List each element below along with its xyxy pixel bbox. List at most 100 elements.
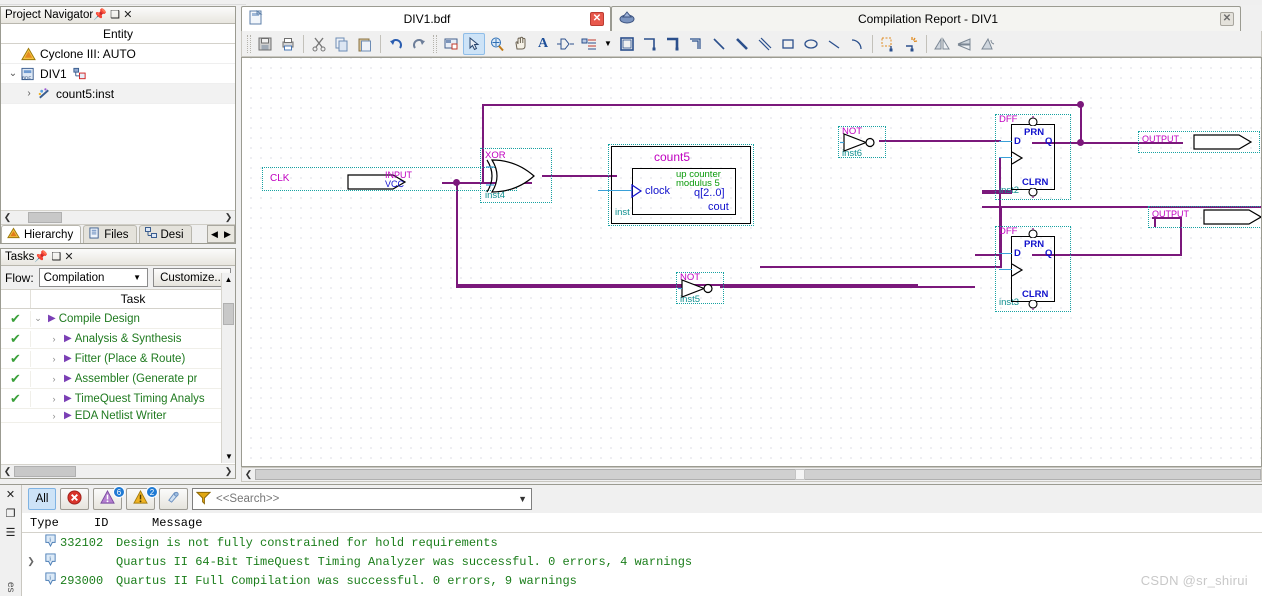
search-input[interactable]: <<Search>> ▼	[192, 488, 532, 510]
scroll-right-arrow-icon[interactable]: ❯	[222, 211, 235, 224]
task-row[interactable]: ✔ › ▶ Fitter (Place & Route)	[1, 349, 235, 369]
partial-rubberbanding-icon[interactable]	[900, 33, 922, 55]
task-twisty[interactable]: ›	[47, 354, 61, 364]
scroll-left-arrow-icon[interactable]: ❮	[1, 211, 14, 224]
tree-row-div1[interactable]: ⌄ BDF DIV1	[1, 64, 235, 84]
document-tab-div1-bdf[interactable]: DIV1.bdf ✕	[241, 6, 611, 31]
symbol-tool-icon[interactable]	[440, 33, 462, 55]
diagonal-bus-line-icon[interactable]	[731, 33, 753, 55]
canvas-hscrollbar[interactable]: ❮	[241, 467, 1262, 482]
chevron-down-icon[interactable]: ▼	[601, 33, 615, 55]
pin-icon[interactable]: 📌	[93, 9, 107, 21]
scroll-thumb[interactable]	[28, 212, 62, 223]
task-twisty[interactable]: ›	[47, 411, 61, 421]
tab-scroll-buttons[interactable]: ◀ ▶	[207, 225, 235, 243]
rectangle-select-icon[interactable]	[616, 33, 638, 55]
scroll-down-arrow-icon[interactable]: ▼	[222, 450, 236, 463]
all-filter-button[interactable]: All	[28, 488, 56, 510]
tab-scroll-prev-icon[interactable]: ◀	[208, 226, 221, 242]
task-row[interactable]: › ▶ EDA Netlist Writer	[1, 409, 235, 423]
scroll-up-arrow-icon[interactable]: ▲	[222, 273, 235, 286]
task-row[interactable]: ✔ › ▶ Assembler (Generate pr	[1, 369, 235, 389]
customize-button[interactable]: Customize...	[153, 268, 231, 287]
scroll-thumb[interactable]	[223, 303, 234, 325]
run-task-icon[interactable]: ▶	[48, 313, 56, 324]
tasks-pin-icon[interactable]: 📌	[34, 251, 48, 263]
schematic-canvas[interactable]: CLK INPUT VCC XOR inst4 count5 clock up …	[241, 57, 1262, 467]
tab-hierarchy[interactable]: Hierarchy	[1, 225, 82, 243]
select-tool-icon[interactable]	[463, 32, 485, 55]
run-task-icon[interactable]: ▶	[64, 393, 72, 404]
undo-icon[interactable]	[385, 33, 407, 55]
tab-files[interactable]: Files	[83, 225, 137, 243]
rotate-icon[interactable]	[977, 33, 999, 55]
project-navigator-hscrollbar[interactable]: ❮ ❯	[1, 210, 235, 224]
run-task-icon[interactable]: ▶	[64, 410, 72, 421]
scroll-track[interactable]	[14, 211, 222, 224]
task-twisty[interactable]: ›	[47, 334, 61, 344]
redo-icon[interactable]	[408, 33, 430, 55]
restore-icon[interactable]: ❑	[110, 9, 120, 21]
hand-tool-icon[interactable]	[509, 33, 531, 55]
document-tab-compilation-report[interactable]: Compilation Report - DIV1 ✕	[611, 6, 1241, 31]
error-filter-button[interactable]	[60, 488, 89, 510]
close-icon[interactable]: ✕	[6, 488, 15, 501]
task-twisty[interactable]: ›	[47, 394, 61, 404]
output-pin-bottom-shape[interactable]	[1203, 209, 1262, 225]
copy-icon[interactable]	[331, 33, 353, 55]
not-gate-bottom-shape[interactable]	[678, 278, 724, 300]
run-task-icon[interactable]: ▶	[64, 333, 72, 344]
orthogonal-bus-line-icon[interactable]	[662, 33, 684, 55]
scroll-thumb[interactable]	[795, 469, 805, 480]
close-icon[interactable]: ✕	[123, 9, 132, 21]
tasks-close-icon[interactable]: ✕	[64, 251, 73, 263]
not-gate-top-shape[interactable]	[840, 132, 886, 154]
chevron-down-icon[interactable]: ▼	[129, 269, 145, 286]
tree-twisty-div1[interactable]: ⌄	[5, 68, 21, 79]
critical-warning-filter-button[interactable]: 6	[93, 486, 125, 510]
line-icon[interactable]	[823, 33, 845, 55]
scroll-thumb[interactable]	[14, 466, 76, 477]
info-filter-button[interactable]	[159, 488, 188, 510]
oval-icon[interactable]	[800, 33, 822, 55]
symbol-icon[interactable]	[555, 33, 577, 55]
orthogonal-conduit-line-icon[interactable]	[685, 33, 707, 55]
output-pin-top-shape[interactable]	[1193, 134, 1255, 150]
scroll-left-arrow-icon[interactable]: ❮	[242, 468, 255, 481]
task-row[interactable]: ✔ › ▶ TimeQuest Timing Analys	[1, 389, 235, 409]
message-row[interactable]: i 332102 Design is not fully constrained…	[22, 533, 1262, 552]
task-twisty[interactable]: ›	[47, 374, 61, 384]
message-row[interactable]: ❯ i Quartus II 64-Bit TimeQuest Timing A…	[22, 552, 1262, 571]
close-icon[interactable]: ✕	[590, 12, 604, 26]
row-expander[interactable]: ❯	[22, 556, 40, 567]
run-task-icon[interactable]: ▶	[64, 373, 72, 384]
message-row[interactable]: i 293000 Quartus II Full Compilation was…	[22, 571, 1262, 590]
tab-design-units[interactable]: Desi	[138, 225, 192, 243]
scroll-right-arrow-icon[interactable]: ❯	[222, 465, 235, 478]
arc-icon[interactable]	[846, 33, 868, 55]
diagonal-node-line-icon[interactable]	[708, 33, 730, 55]
tasks-hscrollbar[interactable]: ❮ ❯	[1, 464, 235, 478]
pin-icon[interactable]: ☰	[6, 526, 16, 539]
warning-filter-button[interactable]: 2	[126, 486, 158, 510]
orthogonal-node-line-icon[interactable]	[639, 33, 661, 55]
tree-row-device[interactable]: Cyclone III: AUTO	[1, 44, 235, 64]
task-row[interactable]: ✔ › ▶ Analysis & Synthesis	[1, 329, 235, 349]
task-twisty[interactable]: ⌄	[31, 313, 45, 324]
scroll-left-arrow-icon[interactable]: ❮	[1, 465, 14, 478]
flow-combobox[interactable]: Compilation ▼	[38, 268, 149, 287]
save-icon[interactable]	[254, 33, 276, 55]
scroll-page-area[interactable]	[255, 469, 1261, 480]
tasks-vscrollbar[interactable]: ▲ ▼	[221, 273, 235, 463]
rubberbanding-icon[interactable]	[877, 33, 899, 55]
flip-horizontal-icon[interactable]	[931, 33, 953, 55]
tree-row-count5-inst[interactable]: › count5:inst	[1, 84, 235, 104]
toolbar-grip[interactable]	[433, 34, 437, 53]
restore-icon[interactable]: ❐	[6, 507, 16, 520]
diagonal-conduit-line-icon[interactable]	[754, 33, 776, 55]
print-icon[interactable]	[277, 33, 299, 55]
tasks-restore-icon[interactable]: ❑	[51, 251, 61, 263]
paste-icon[interactable]	[354, 33, 376, 55]
flip-vertical-icon[interactable]	[954, 33, 976, 55]
zoom-tool-icon[interactable]	[486, 33, 508, 55]
